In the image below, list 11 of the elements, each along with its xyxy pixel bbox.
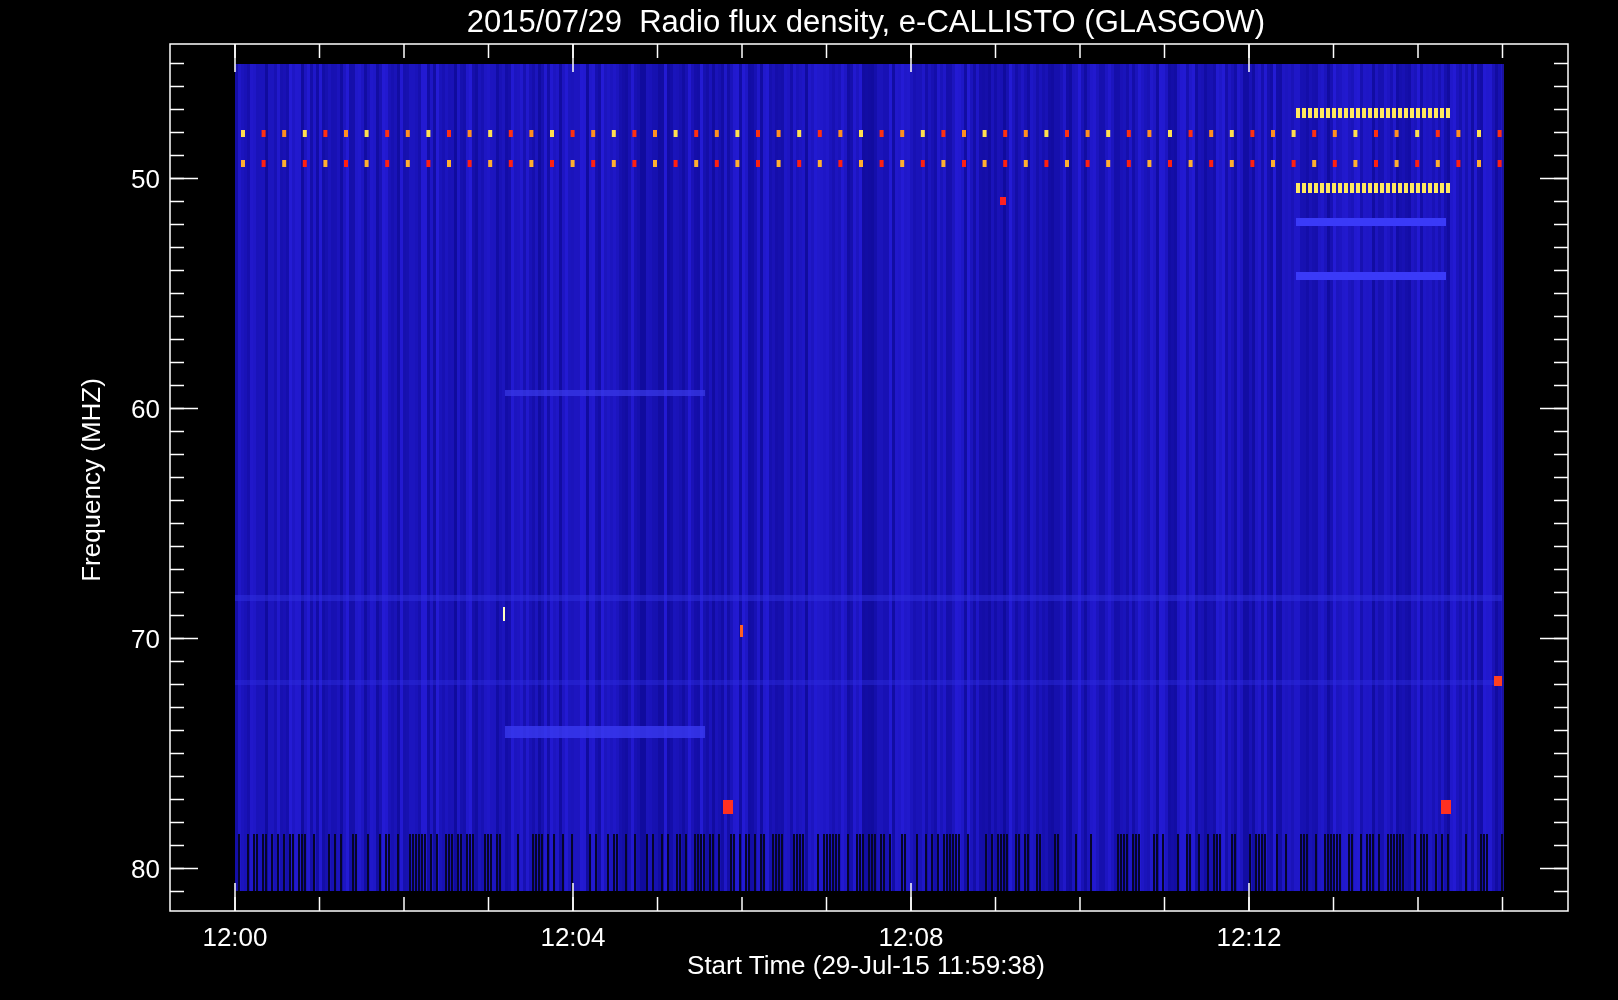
y-tick-label: 70: [131, 623, 160, 654]
y-axis-label: Frequency (MHZ): [76, 378, 106, 582]
x-tick-label: 12:00: [202, 922, 268, 952]
y-tick-label: 80: [131, 853, 160, 884]
y-tick-label: 50: [131, 163, 160, 194]
x-tick-label: 12:04: [540, 922, 606, 952]
x-axis-label: Start Time (29-Jul-15 11:59:38): [687, 950, 1045, 980]
y-tick-label: 60: [131, 393, 160, 424]
x-tick-label: 12:08: [878, 922, 944, 952]
chart-title: 2015/07/29 Radio flux density, e-CALLISTO (GLASGOW): [466, 4, 1266, 39]
x-tick-label: 12:12: [1216, 922, 1282, 952]
